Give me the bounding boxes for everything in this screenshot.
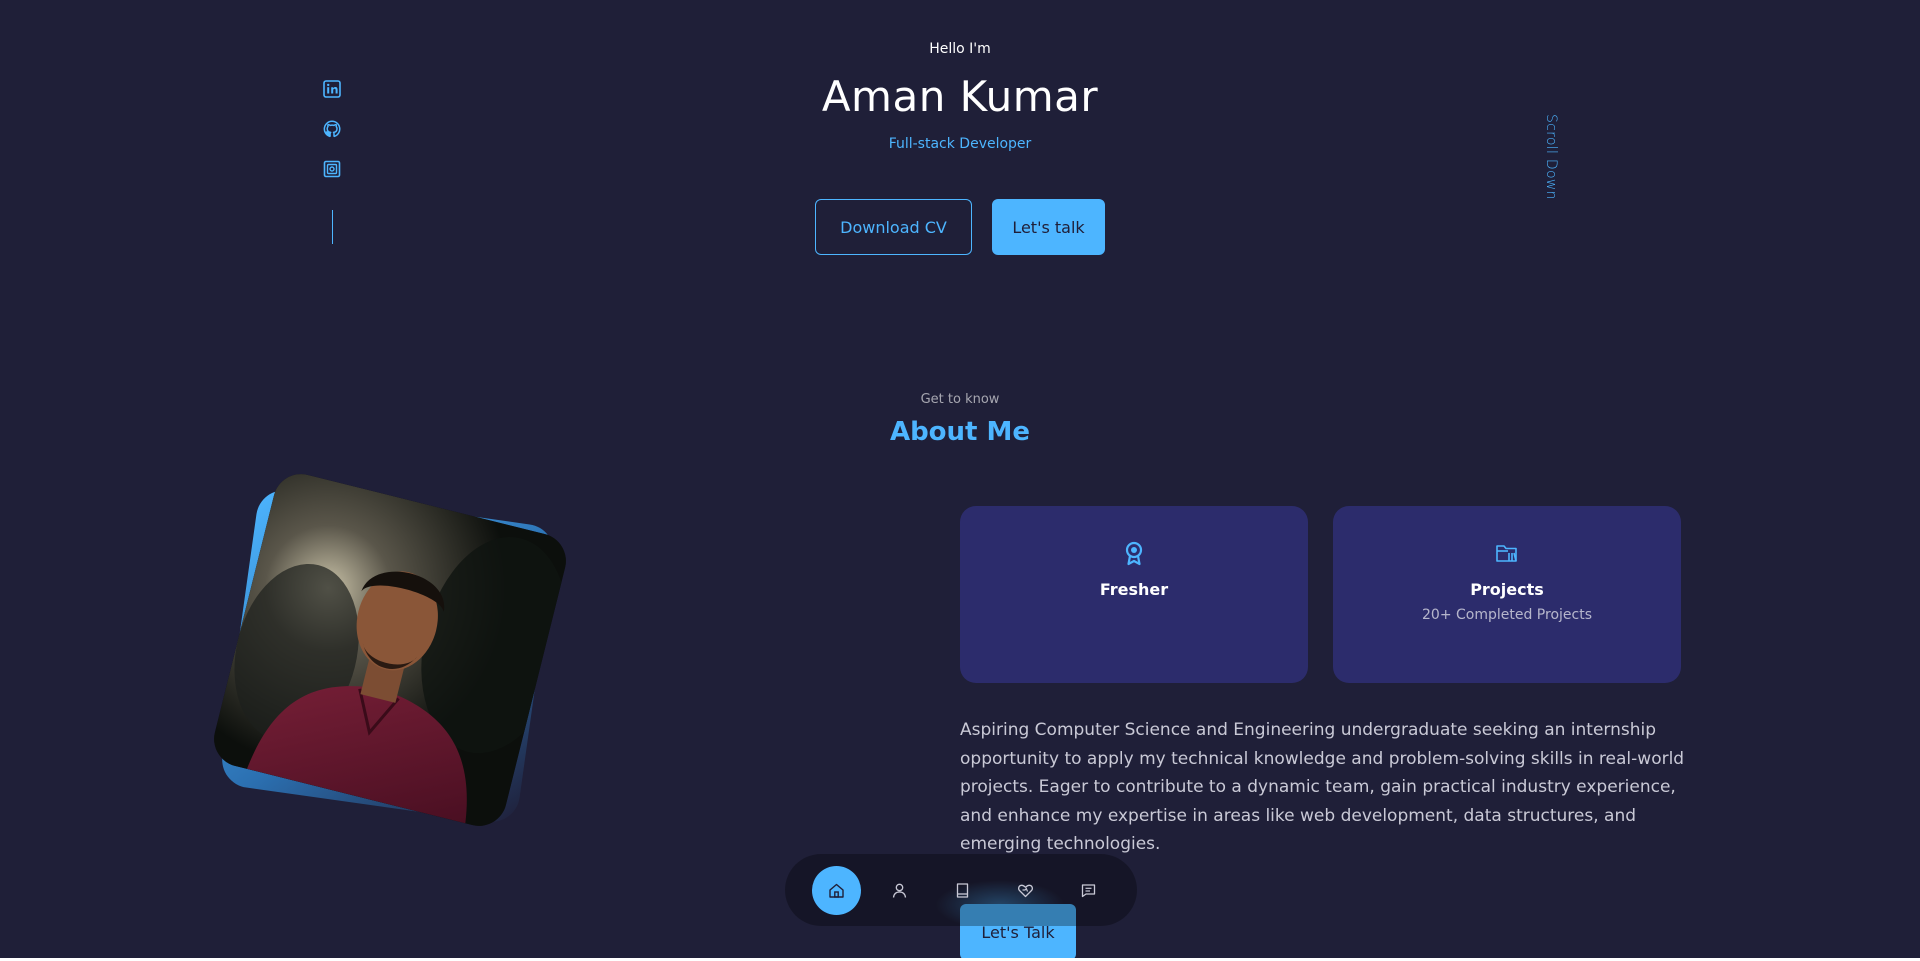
folder-icon bbox=[1494, 540, 1520, 566]
nav-about[interactable] bbox=[875, 866, 924, 915]
nav-services[interactable] bbox=[1001, 866, 1050, 915]
social-links bbox=[322, 80, 342, 244]
nav-home[interactable] bbox=[812, 865, 861, 915]
hero-role: Full-stack Developer bbox=[888, 136, 1032, 152]
experience-card: Fresher bbox=[960, 506, 1308, 683]
hero-cta-row: Download CV Let's talk bbox=[0, 199, 1920, 255]
about-title: About Me bbox=[889, 417, 1031, 447]
about-eyebrow: Get to know bbox=[920, 392, 1000, 407]
services-icon bbox=[1018, 884, 1033, 897]
card-title: Projects bbox=[1470, 580, 1544, 599]
about-cards: Fresher Projects 20+ Completed Projects bbox=[960, 506, 1681, 683]
message-icon bbox=[1081, 883, 1096, 897]
github-icon[interactable] bbox=[323, 120, 341, 138]
instagram-icon[interactable] bbox=[323, 160, 341, 178]
portfolio-page: Hello I'm Aman Kumar Full-stack Develope… bbox=[0, 0, 1920, 961]
linkedin-icon[interactable] bbox=[323, 80, 341, 98]
social-divider-line bbox=[331, 210, 333, 244]
bottom-navigation bbox=[785, 854, 1137, 926]
award-icon bbox=[1121, 540, 1147, 566]
card-subtitle: 20+ Completed Projects bbox=[1422, 607, 1592, 623]
projects-card: Projects 20+ Completed Projects bbox=[1333, 506, 1681, 683]
hero-name: Aman Kumar bbox=[821, 72, 1099, 121]
nav-contact[interactable] bbox=[1064, 866, 1113, 915]
download-cv-button[interactable]: Download CV bbox=[815, 199, 972, 255]
lets-talk-button[interactable]: Let's talk bbox=[992, 199, 1105, 255]
about-paragraph: Aspiring Computer Science and Engineerin… bbox=[960, 720, 1685, 854]
user-icon bbox=[892, 883, 907, 898]
home-icon bbox=[829, 883, 844, 898]
book-icon bbox=[956, 882, 969, 898]
profile-photo-frame bbox=[208, 468, 572, 832]
nav-experience[interactable] bbox=[938, 866, 987, 915]
greeting-text: Hello I'm bbox=[929, 41, 991, 57]
scroll-down-link[interactable]: Scroll Down bbox=[1543, 114, 1559, 200]
card-title: Fresher bbox=[1099, 580, 1169, 599]
